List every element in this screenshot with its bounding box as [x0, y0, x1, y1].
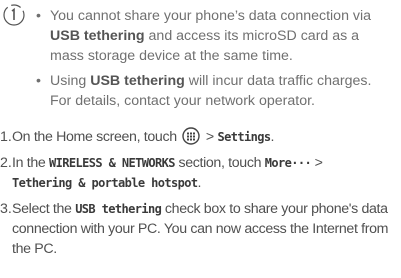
note-bullet: • Using USB tethering will incur data tr…: [36, 73, 372, 109]
step-number: 1.: [0, 129, 12, 145]
menu-term: Settings: [217, 130, 271, 144]
menu-dots-icon: [182, 127, 201, 145]
bullet-dot: •: [36, 73, 41, 89]
menu-term: More···: [264, 156, 312, 170]
bold-term: USB tethering: [90, 73, 185, 89]
note-list: • You cannot share your phone’s data con…: [36, 6, 396, 111]
step-1: 1. On the Home screen, touch > Settings.: [0, 127, 275, 145]
bold-term: USB tethering: [50, 28, 145, 44]
note-icon: [3, 4, 25, 26]
menu-term: USB tethering: [75, 202, 162, 216]
steps-list: 1. On the Home screen, touch > Settings.…: [0, 127, 398, 259]
step-3: 3. Select the USB tethering check box to…: [0, 201, 389, 257]
menu-term: WIRELESS & NETWORKS: [49, 156, 175, 170]
step-2: 2. In the WIRELESS & NETWORKS section, t…: [0, 155, 323, 191]
step-number: 2.: [0, 155, 12, 171]
menu-term: Tethering & portable hotspot: [12, 176, 198, 190]
note-bullet: • You cannot share your phone’s data con…: [36, 8, 372, 64]
manual-page: • You cannot share your phone’s data con…: [0, 0, 401, 278]
bullet-dot: •: [36, 8, 41, 24]
step-number: 3.: [0, 201, 12, 217]
